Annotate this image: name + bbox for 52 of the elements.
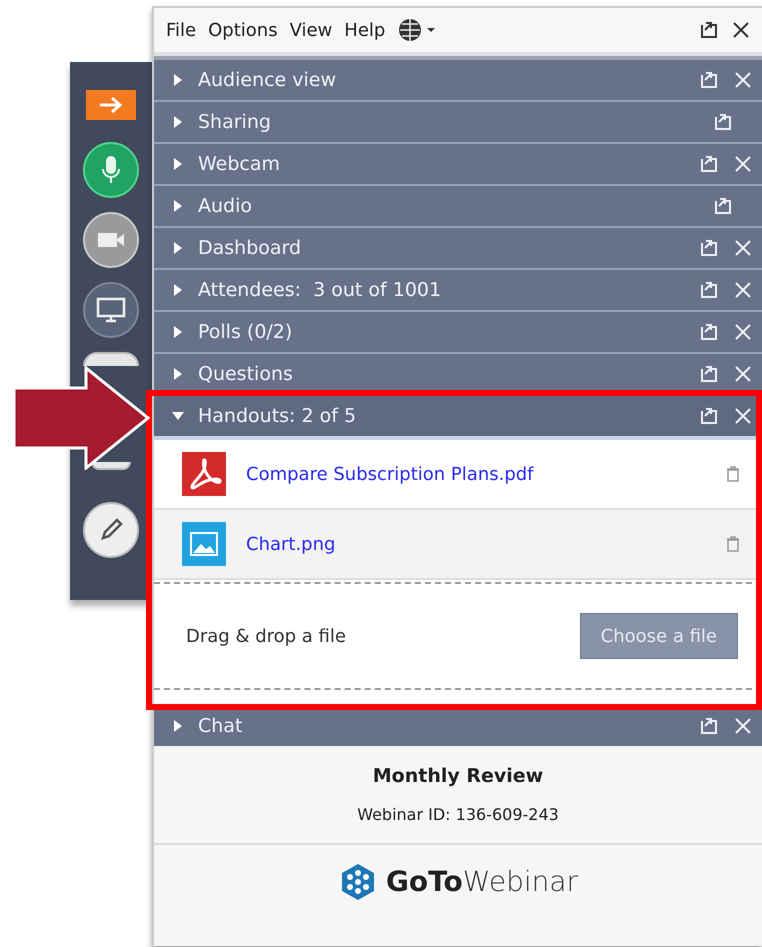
arrow-icon [98, 96, 124, 114]
toolbar-button[interactable] [91, 462, 131, 470]
expand-icon[interactable] [172, 158, 184, 170]
panel-header[interactable]: Attendees: 3 out of 1001 [154, 270, 762, 310]
expand-icon[interactable] [172, 242, 184, 254]
panel-title: Handouts: 2 of 5 [198, 404, 358, 429]
panel-header[interactable]: Dashboard [154, 228, 762, 268]
monitor-icon [96, 297, 126, 323]
trash-icon[interactable] [726, 466, 740, 482]
expand-icon[interactable] [172, 720, 184, 732]
arrow-button[interactable] [86, 90, 136, 120]
menu-item[interactable]: View [290, 16, 332, 44]
expand-icon[interactable] [172, 368, 184, 380]
panel-title: Attendees: 3 out of 1001 [198, 278, 442, 303]
popout-icon[interactable] [700, 21, 720, 39]
microphone-icon [101, 155, 121, 185]
webinar-title: Monthly Review [372, 764, 544, 789]
expand-icon[interactable] [172, 74, 184, 86]
expand-icon[interactable] [172, 200, 184, 212]
panel-title: Chat [198, 714, 244, 739]
expand-icon[interactable] [172, 116, 184, 128]
panel-title: Dashboard [198, 236, 302, 261]
expand-icon[interactable] [172, 284, 184, 296]
file-link[interactable]: Compare Subscription Plans.pdf [246, 460, 706, 488]
menu-item[interactable]: File [166, 16, 196, 44]
image-file-icon [182, 522, 226, 566]
expand-icon[interactable] [172, 326, 184, 338]
webinar-id: Webinar ID: 136-609-243 [357, 804, 559, 826]
file-link[interactable]: Chart.png [246, 530, 706, 558]
panel-title: Audience view [198, 68, 338, 93]
drop-hint: Drag & drop a file [186, 624, 347, 648]
panel-title: Questions [198, 362, 294, 387]
panel-title: Webcam [198, 152, 282, 177]
panel-title: Polls (0/2) [198, 320, 294, 345]
panel-title: Audio [198, 194, 254, 219]
menu-item[interactable]: Help [344, 16, 386, 44]
logo-text: GoToWebinar [386, 864, 578, 900]
panel-header[interactable]: Webcam [154, 144, 762, 184]
globe-icon[interactable] [397, 17, 438, 43]
panel-title: Sharing [198, 110, 272, 135]
pdf-file-icon [182, 452, 226, 496]
choose-file-button[interactable]: Choose a file [580, 613, 738, 659]
toolbar-button[interactable] [83, 352, 139, 366]
close-icon[interactable] [732, 21, 750, 39]
trash-icon[interactable] [726, 536, 740, 552]
collapse-icon[interactable] [172, 410, 184, 422]
menu-item[interactable]: Options [208, 16, 278, 44]
panel-header[interactable]: Audio [154, 186, 762, 226]
camera-icon [96, 230, 126, 250]
panel-header[interactable]: Polls (0/2) [154, 312, 762, 352]
panel-header[interactable]: Sharing [154, 102, 762, 142]
panel-header[interactable]: Audience view [154, 60, 762, 100]
